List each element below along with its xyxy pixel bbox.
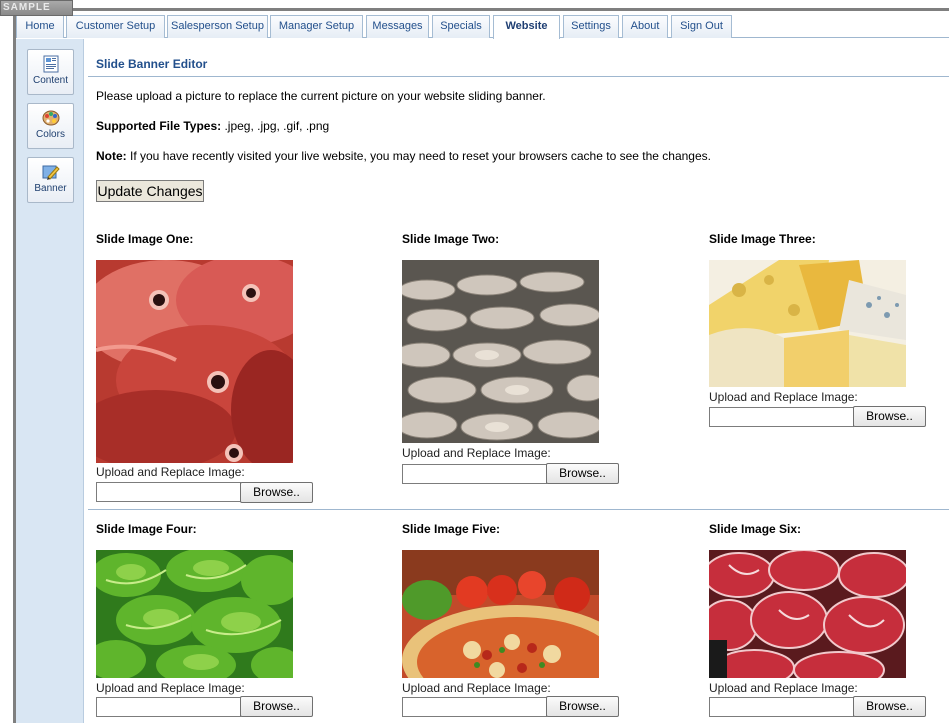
slide-five-image: [402, 550, 599, 678]
tab-home[interactable]: Home: [16, 15, 64, 38]
slide-three-browse-button[interactable]: Browse..: [853, 406, 926, 427]
tab-messages[interactable]: Messages: [366, 15, 429, 38]
slide-one-image: [96, 260, 293, 463]
slide-four-upload-label: Upload and Replace Image:: [96, 681, 245, 695]
note-line: Note: If you have recently visited your …: [96, 149, 711, 163]
slide-five-file-field[interactable]: [402, 697, 547, 717]
sidebar-item-label: Content: [32, 75, 69, 86]
slide-six-file-field[interactable]: [709, 697, 854, 717]
file-types-label: Supported File Types:: [96, 119, 222, 133]
slide-six-image: [709, 550, 906, 678]
note-label: Note:: [96, 149, 127, 163]
slide-six-upload-label: Upload and Replace Image:: [709, 681, 858, 695]
slide-five-browse-button[interactable]: Browse..: [546, 696, 619, 717]
sidebar-item-content[interactable]: Content: [27, 49, 74, 95]
slide-two-upload-label: Upload and Replace Image:: [402, 446, 551, 460]
main-tab-bar: Home Customer Setup Salesperson Setup Ma…: [16, 11, 949, 39]
tab-specials[interactable]: Specials: [432, 15, 490, 38]
tab-customer-setup[interactable]: Customer Setup: [66, 15, 165, 38]
title-divider: [88, 76, 949, 77]
slide-four-label: Slide Image Four:: [96, 522, 197, 536]
tab-about[interactable]: About: [622, 15, 668, 38]
slide-three-file-field[interactable]: [709, 407, 854, 427]
logo[interactable]: SAMPLE: [0, 0, 73, 16]
slide-four-file-field[interactable]: [96, 697, 241, 717]
page-title: Slide Banner Editor: [96, 57, 208, 71]
slide-two-file-field[interactable]: [402, 464, 547, 484]
sidebar-item-label: Colors: [36, 129, 65, 140]
row-divider: [88, 509, 949, 510]
palette-icon: [42, 110, 59, 126]
slide-four-browse-button[interactable]: Browse..: [240, 696, 313, 717]
slide-two-browse-button[interactable]: Browse..: [546, 463, 619, 484]
slide-six-browse-button[interactable]: Browse..: [853, 696, 926, 717]
sidebar-item-label: Banner: [34, 183, 67, 194]
tab-sign-out[interactable]: Sign Out: [671, 15, 732, 38]
update-changes-button[interactable]: Update Changes: [96, 180, 204, 202]
tab-salesperson-setup[interactable]: Salesperson Setup: [167, 15, 268, 38]
slide-one-label: Slide Image One:: [96, 232, 194, 246]
slide-two-label: Slide Image Two:: [402, 232, 500, 246]
banner-edit-icon: [42, 165, 60, 180]
slide-one-file-field[interactable]: [96, 482, 241, 502]
tab-manager-setup[interactable]: Manager Setup: [270, 15, 363, 38]
sidebar-item-banner[interactable]: Banner: [27, 157, 74, 203]
tab-settings[interactable]: Settings: [563, 15, 619, 38]
slide-banner-editor: Slide Banner Editor Please upload a pict…: [88, 39, 949, 723]
slide-six-label: Slide Image Six:: [709, 522, 802, 536]
content-icon: [43, 55, 58, 73]
slide-five-upload-label: Upload and Replace Image:: [402, 681, 551, 695]
slide-one-upload-label: Upload and Replace Image:: [96, 465, 245, 479]
slide-four-image: [96, 550, 293, 678]
intro-text: Please upload a picture to replace the c…: [96, 89, 546, 103]
file-types-value: .jpeg, .jpg, .gif, .png: [221, 119, 330, 133]
slide-three-image: [709, 260, 906, 387]
note-text: If you have recently visited your live w…: [126, 149, 711, 163]
slide-three-upload-label: Upload and Replace Image:: [709, 390, 858, 404]
slide-five-label: Slide Image Five:: [402, 522, 501, 536]
slide-one-browse-button[interactable]: Browse..: [240, 482, 313, 503]
sidebar-item-colors[interactable]: Colors: [27, 103, 74, 149]
file-types-line: Supported File Types: .jpeg, .jpg, .gif,…: [96, 119, 329, 133]
slide-two-image: [402, 260, 599, 443]
tab-website[interactable]: Website: [493, 15, 560, 39]
website-sidebar: Content Colors Banner: [16, 39, 84, 723]
slide-three-label: Slide Image Three:: [709, 232, 816, 246]
